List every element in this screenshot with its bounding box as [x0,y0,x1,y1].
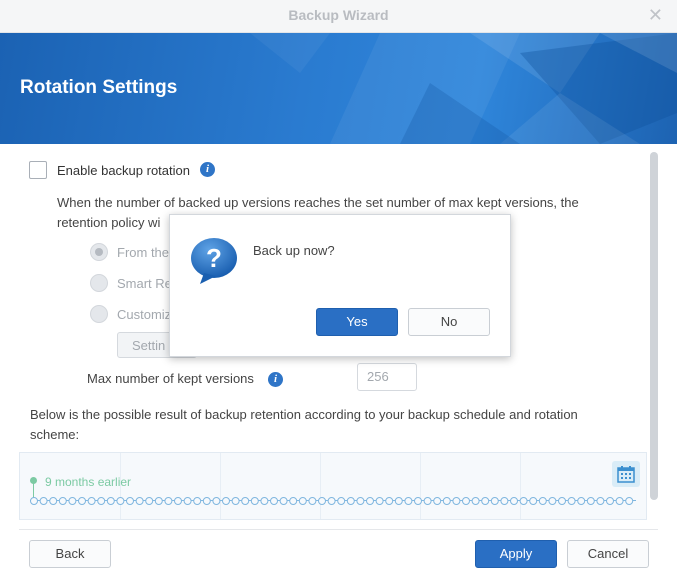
svg-text:?: ? [206,243,222,273]
question-bubble-icon: ? [191,238,237,284]
yes-button[interactable]: Yes [316,308,398,336]
dialog-message: Back up now? [253,243,335,258]
confirm-dialog: ? Back up now? Yes No [169,214,511,357]
modal-overlay: ? Back up now? Yes No [0,0,677,574]
no-button[interactable]: No [408,308,490,336]
